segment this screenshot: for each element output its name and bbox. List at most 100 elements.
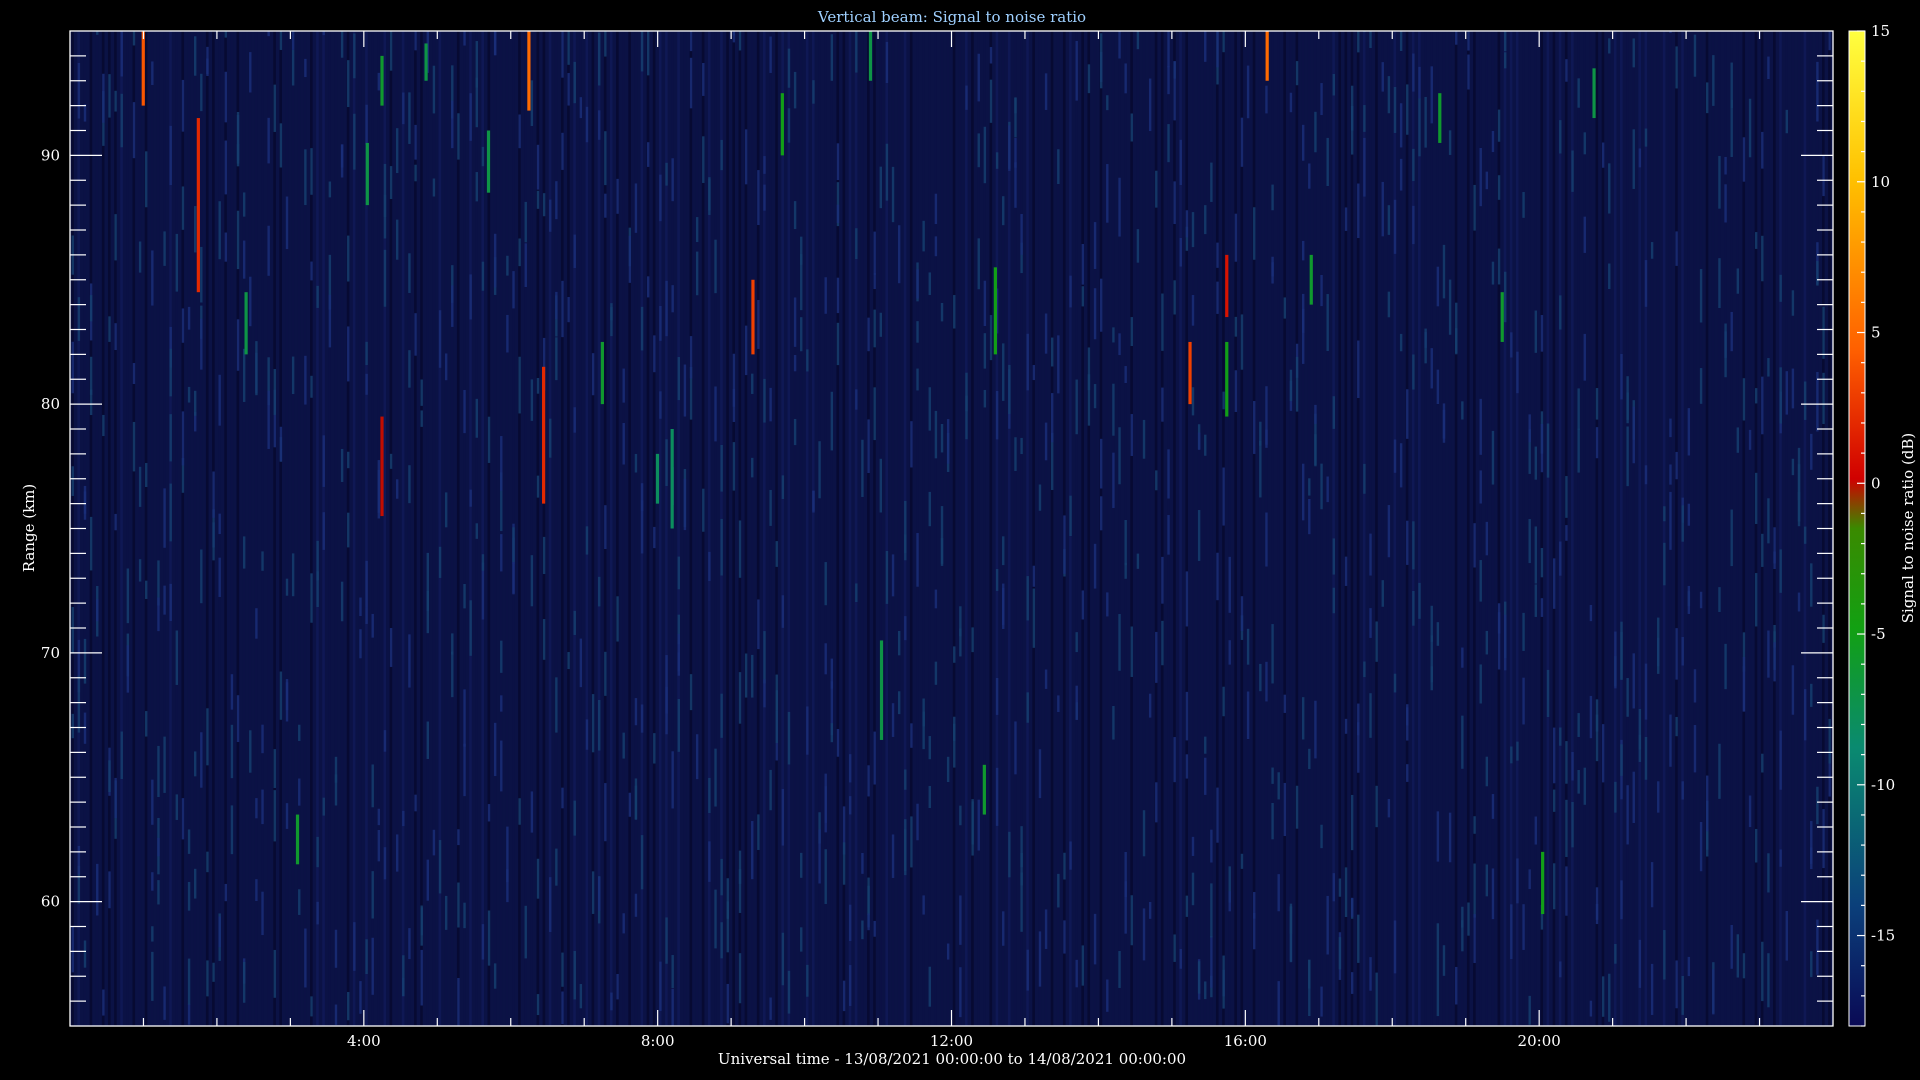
noise-cell [1473, 914, 1476, 964]
noise-cell [646, 31, 650, 76]
noise-cell [1718, 155, 1721, 209]
noise-cell [1577, 713, 1580, 737]
heatmap-column [1589, 31, 1592, 1026]
noise-cell [212, 471, 215, 518]
noise-cell [1675, 960, 1678, 1009]
noise-cell [1608, 38, 1611, 54]
noise-cell [1173, 934, 1176, 962]
noise-cell [738, 869, 742, 913]
noise-cell [1393, 673, 1397, 693]
heatmap-column [1044, 31, 1048, 1026]
heatmap-column [450, 31, 454, 1026]
noise-cell [659, 391, 662, 419]
y-tick-label: 90 [41, 146, 60, 164]
noise-cell [1357, 340, 1360, 398]
noise-cell [567, 73, 570, 106]
noise-cell [873, 309, 876, 348]
noise-cell [1595, 699, 1599, 732]
noise-cell [720, 139, 723, 171]
noise-cell [432, 178, 436, 197]
heatmap-column [469, 31, 472, 1026]
heatmap-column [1546, 31, 1550, 1026]
noise-cell [310, 261, 313, 281]
noise-cell [1130, 113, 1133, 142]
noise-cell [1044, 669, 1048, 689]
noise-cell [965, 85, 968, 110]
heatmap-column [401, 31, 405, 1026]
noise-cell [1810, 821, 1813, 864]
noise-cell [1522, 677, 1525, 725]
noise-cell [1228, 640, 1231, 665]
snr-echo [380, 55, 384, 106]
noise-cell [1130, 626, 1133, 677]
noise-cell [959, 628, 962, 657]
noise-cell [1099, 278, 1103, 332]
noise-cell [157, 745, 160, 798]
noise-cell [1675, 46, 1678, 89]
heatmap-column [1252, 31, 1256, 1026]
noise-cell [1461, 647, 1464, 668]
noise-cell [151, 951, 154, 1001]
noise-cell [518, 356, 521, 414]
heatmap-column [573, 31, 576, 1026]
noise-cell [304, 58, 307, 78]
heatmap-column [463, 31, 466, 1026]
noise-cell [1559, 295, 1562, 330]
noise-cell [359, 981, 362, 1014]
noise-cell [1595, 887, 1599, 920]
noise-cell [1761, 941, 1764, 1002]
noise-cell [842, 980, 846, 1012]
noise-cell [781, 475, 785, 499]
noise-cell [934, 661, 938, 685]
noise-cell [1675, 451, 1678, 480]
noise-cell [928, 736, 931, 760]
heatmap-column [1338, 31, 1342, 1026]
noise-cell [285, 196, 289, 250]
colorbar-tick-label: 5 [1871, 324, 1881, 342]
noise-cell [1767, 630, 1770, 678]
noise-cell [1057, 695, 1060, 712]
snr-echo [1592, 68, 1596, 119]
noise-cell [371, 937, 374, 995]
noise-cell [1436, 811, 1440, 862]
noise-cell [96, 599, 99, 622]
noise-cell [1779, 730, 1782, 790]
noise-cell [1014, 162, 1017, 208]
noise-cell [536, 994, 540, 1016]
heatmap-column [695, 31, 699, 1026]
noise-cell [1191, 387, 1195, 416]
noise-cell [1308, 499, 1311, 535]
noise-cell [1540, 315, 1544, 352]
noise-cell [1791, 458, 1795, 476]
noise-cell [916, 533, 919, 587]
noise-cell [1479, 398, 1482, 455]
noise-cell [1008, 831, 1011, 878]
noise-cell [1644, 663, 1648, 720]
noise-cell [1810, 563, 1813, 607]
noise-cell [71, 607, 74, 654]
noise-cell [855, 389, 858, 410]
noise-cell [1706, 775, 1709, 832]
noise-cell [677, 633, 680, 676]
noise-cell [891, 166, 895, 223]
noise-cell [1191, 836, 1195, 856]
heatmap-column [805, 31, 809, 1026]
noise-cell [1240, 314, 1244, 370]
noise-cell [646, 276, 650, 298]
noise-cell [616, 596, 619, 642]
noise-cell [267, 225, 270, 276]
noise-cell [653, 335, 656, 373]
noise-cell [1785, 109, 1788, 134]
noise-cell [610, 992, 613, 1011]
noise-cell [1663, 542, 1666, 586]
noise-cell [1161, 556, 1164, 604]
noise-cell [995, 677, 999, 715]
noise-cell [1063, 920, 1066, 954]
noise-cell [1326, 476, 1329, 503]
heatmap-column [769, 31, 772, 1026]
noise-cell [365, 104, 368, 145]
noise-cell [1767, 953, 1770, 1008]
heatmap-column [1350, 31, 1354, 1026]
noise-cell [738, 31, 742, 51]
noise-cell [1669, 491, 1672, 550]
